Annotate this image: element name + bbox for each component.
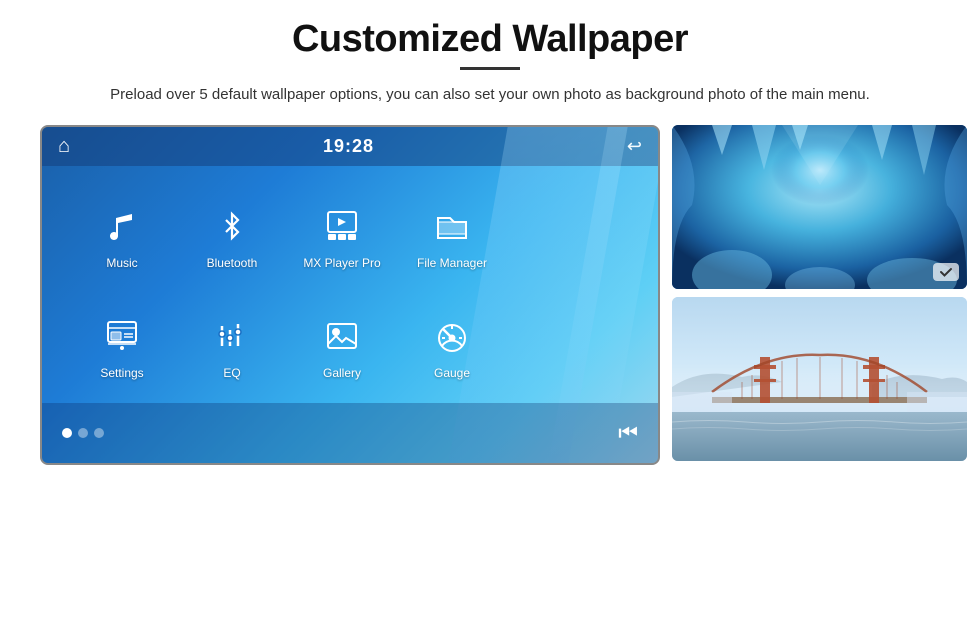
app-item-gallery[interactable]: Gallery [292,296,392,396]
thumbnail-badge-ice [933,263,959,281]
app-item-bluetooth[interactable]: Bluetooth [182,186,282,286]
page-title: Customized Wallpaper [292,18,688,61]
screen-bottom: ⏮ [42,403,658,463]
filemanager-icon [428,202,476,250]
home-icon[interactable]: ⌂ [58,135,70,158]
app-item-filemanager[interactable]: File Manager [402,186,502,286]
eq-icon [208,312,256,360]
settings-icon [98,312,146,360]
bluetooth-icon [208,202,256,250]
page-subtitle: Preload over 5 default wallpaper options… [110,84,870,107]
gauge-icon [428,312,476,360]
filemanager-label: File Manager [417,256,487,270]
music-label: Music [106,256,137,270]
music-icon [98,202,146,250]
mxplayer-label: MX Player Pro [303,256,380,270]
app-grid: Music Bluetooth [42,166,658,416]
ice-shapes [672,125,967,289]
back-icon[interactable]: ↩ [627,136,642,157]
app-item-mxplayer[interactable]: MX Player Pro [292,186,392,286]
dot-2[interactable] [78,428,88,438]
thumbnail-ice-cave[interactable] [672,125,967,289]
settings-label: Settings [100,366,143,380]
gauge-label: Gauge [434,366,470,380]
gallery-icon [318,312,366,360]
page-dots [62,428,104,438]
app-item-gauge[interactable]: Gauge [402,296,502,396]
screen-top-bar: ⌂ 19:28 ↩ [42,127,658,166]
side-thumbnails [672,125,967,461]
bluetooth-label: Bluetooth [207,256,258,270]
mxplayer-icon [318,202,366,250]
skip-back-icon[interactable]: ⏮ [618,420,638,446]
title-underline [460,67,520,70]
gallery-label: Gallery [323,366,361,380]
thumbnail-golden-gate[interactable] [672,297,967,461]
dot-1[interactable] [62,428,72,438]
content-row: ⌂ 19:28 ↩ Music [40,125,940,465]
eq-label: EQ [223,366,240,380]
dot-3[interactable] [94,428,104,438]
app-item-music[interactable]: Music [72,186,172,286]
page-container: Customized Wallpaper Preload over 5 defa… [0,0,980,634]
app-item-settings[interactable]: Settings [72,296,172,396]
screen-time: 19:28 [323,136,374,157]
screen-mockup: ⌂ 19:28 ↩ Music [40,125,660,465]
app-item-eq[interactable]: EQ [182,296,282,396]
